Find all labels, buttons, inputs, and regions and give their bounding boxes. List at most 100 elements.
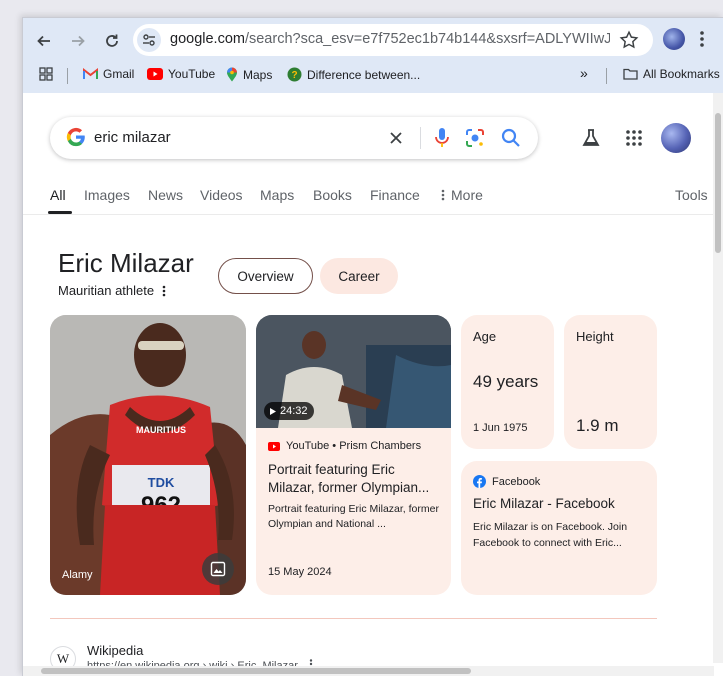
play-icon <box>270 407 276 415</box>
youtube-icon <box>268 441 280 451</box>
url-path: /search?sca_esv=e7f752ec1b74b144&sxsrf=A… <box>244 31 610 47</box>
facebook-source-label: Facebook <box>492 475 541 488</box>
search-tabs: All Images News Videos Maps Books Financ… <box>23 185 714 215</box>
bookmark-youtube[interactable]: YouTube <box>147 67 215 81</box>
url-text[interactable]: google.com/search?sca_esv=e7f752ec1b74b1… <box>170 31 610 47</box>
entity-description: Mauritian athlete <box>58 283 155 298</box>
apps-shortcut[interactable] <box>39 67 53 81</box>
bookmark-label: Maps <box>243 67 273 82</box>
video-duration: 24:32 <box>280 405 308 417</box>
video-thumbnail[interactable]: 24:32 <box>256 315 451 428</box>
view-images-button[interactable] <box>202 553 234 585</box>
google-apps-button[interactable] <box>625 129 643 147</box>
close-icon <box>390 132 402 144</box>
result-site-name[interactable]: Wikipedia <box>87 643 143 658</box>
chrome-menu-button[interactable] <box>699 30 705 48</box>
facebook-snippet: Eric Milazar is on Facebook. Join Facebo… <box>473 521 628 549</box>
chip-overview[interactable]: Overview <box>218 258 313 294</box>
facebook-result-card[interactable]: Facebook Eric Milazar - Facebook Eric Mi… <box>461 461 657 595</box>
bookmark-difference-between[interactable]: ? Difference between... <box>287 67 420 82</box>
search-results-page: eric milazar All Images News Videos Maps… <box>23 93 723 676</box>
height-label: Height <box>576 329 614 344</box>
more-vert-icon[interactable] <box>162 285 166 297</box>
reload-icon <box>106 34 118 47</box>
tab-news[interactable]: News <box>148 187 183 203</box>
voice-search-button[interactable] <box>432 127 452 149</box>
clear-search-button[interactable] <box>386 128 406 148</box>
search-labs-button[interactable] <box>581 128 601 148</box>
back-button[interactable] <box>33 30 55 52</box>
horizontal-scrollbar[interactable] <box>23 666 714 676</box>
age-fact-card[interactable]: Age 49 years 1 Jun 1975 <box>461 315 554 449</box>
height-fact-card[interactable]: Height 1.9 m <box>564 315 657 449</box>
athlete-photo[interactable]: TDK 962 MAURITIUS Alamy <box>50 315 246 595</box>
microphone-icon <box>435 128 449 147</box>
search-box[interactable]: eric milazar <box>50 117 538 159</box>
jersey-text: MAURITIUS <box>136 425 186 435</box>
bookmark-maps[interactable]: Maps <box>226 67 272 82</box>
video-date: 15 May 2024 <box>268 566 332 578</box>
bookmark-label: YouTube <box>168 67 216 81</box>
results-divider <box>50 618 657 619</box>
camera-lens-icon <box>466 129 484 147</box>
tab-books[interactable]: Books <box>313 187 352 203</box>
tab-finance[interactable]: Finance <box>370 187 420 203</box>
bookmarks-separator <box>67 68 68 84</box>
lens-search-button[interactable] <box>464 127 486 149</box>
search-submit-button[interactable] <box>500 127 522 149</box>
tab-videos[interactable]: Videos <box>200 187 243 203</box>
star-icon <box>619 30 639 49</box>
tab-more[interactable]: More <box>441 187 483 203</box>
tab-maps[interactable]: Maps <box>260 187 294 203</box>
video-source-label: YouTube • Prism Chambers <box>286 440 422 452</box>
facebook-title[interactable]: Eric Milazar - Facebook <box>473 496 615 511</box>
video-snippet: Portrait featuring Eric Milazar, former … <box>268 503 439 530</box>
apps-grid-icon <box>626 130 642 146</box>
grid-icon <box>39 67 53 81</box>
tab-all[interactable]: All <box>48 187 71 214</box>
entity-subtitle: Mauritian athlete <box>58 283 166 298</box>
search-input[interactable]: eric milazar <box>94 129 171 146</box>
tab-images[interactable]: Images <box>84 187 130 203</box>
bookmark-gmail[interactable]: Gmail <box>83 67 134 81</box>
vertical-scroll-thumb[interactable] <box>715 113 721 253</box>
facebook-icon <box>473 475 486 488</box>
image-icon <box>210 561 226 577</box>
entity-name: Eric Milazar <box>58 248 194 278</box>
age-value: 49 years <box>473 372 539 391</box>
photo-credit: Alamy <box>62 569 93 581</box>
search-box-divider <box>420 127 421 149</box>
video-title[interactable]: Portrait featuring Eric Milazar, former … <box>268 461 440 497</box>
overflow-label: » <box>580 65 588 81</box>
arrow-left-icon <box>37 35 50 47</box>
profile-extension-icon[interactable] <box>663 28 685 50</box>
horizontal-scroll-thumb[interactable] <box>41 668 471 674</box>
bib-sponsor: TDK <box>148 475 175 490</box>
bookmarks-bar: Gmail YouTube Maps ? Difference between.… <box>23 60 723 90</box>
browser-toolbar: google.com/search?sca_esv=e7f752ec1b74b1… <box>23 18 723 93</box>
bookmark-star-button[interactable] <box>618 29 640 51</box>
account-avatar[interactable] <box>661 123 691 153</box>
tools-button[interactable]: Tools <box>675 187 708 203</box>
tab-more-label: More <box>451 187 483 203</box>
age-label: Age <box>473 329 497 344</box>
bookmarks-separator <box>606 68 607 84</box>
question-icon: ? <box>287 67 302 82</box>
video-result-card[interactable]: 24:32 YouTube • Prism Chambers Portrait … <box>256 315 451 595</box>
bookmark-label: Gmail <box>103 67 135 81</box>
browser-window: google.com/search?sca_esv=e7f752ec1b74b1… <box>22 17 723 676</box>
reload-button[interactable] <box>101 30 123 52</box>
search-icon <box>501 128 520 147</box>
chip-career[interactable]: Career <box>320 258 398 294</box>
folder-icon <box>623 68 638 80</box>
arrow-right-icon <box>72 35 85 47</box>
svg-text:?: ? <box>291 70 297 81</box>
all-bookmarks-button[interactable]: All Bookmarks <box>623 67 720 81</box>
google-g-icon <box>66 127 85 147</box>
facebook-source: Facebook <box>473 475 540 488</box>
bookmark-label: Difference between... <box>307 67 421 82</box>
site-info-button[interactable] <box>137 28 161 52</box>
bookmarks-overflow-button[interactable]: » <box>580 65 588 81</box>
address-bar[interactable]: google.com/search?sca_esv=e7f752ec1b74b1… <box>133 24 653 56</box>
forward-button[interactable] <box>67 30 89 52</box>
